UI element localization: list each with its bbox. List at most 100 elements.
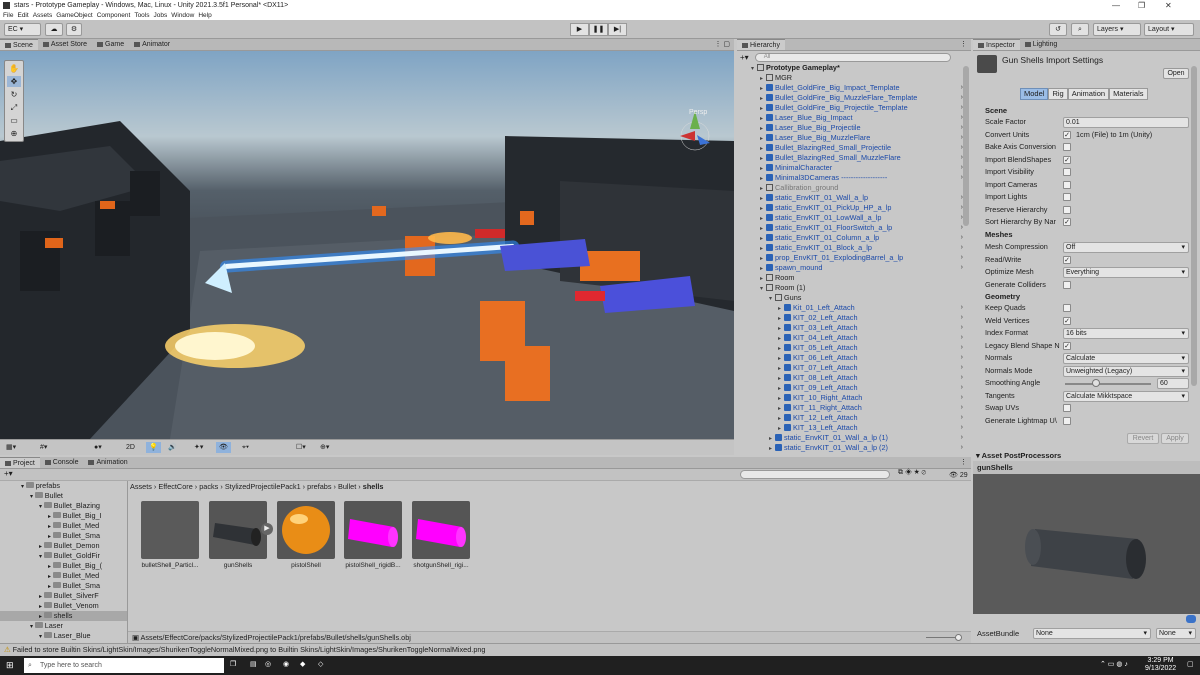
folder-expand-icon[interactable]: ▸	[39, 614, 44, 620]
smoothing-angle-handle[interactable]	[1092, 379, 1100, 387]
open-prefab-icon[interactable]: ›	[961, 343, 963, 353]
keep-quads-checkbox[interactable]	[1063, 304, 1071, 312]
folder-expand-icon[interactable]: ▾	[30, 624, 35, 630]
open-prefab-icon[interactable]: ›	[961, 443, 963, 453]
hierarchy-options-icon[interactable]: ⋮	[960, 40, 967, 48]
hierarchy-row[interactable]: ▾ Guns	[737, 293, 971, 303]
menu-item-gameobject[interactable]: GameObject	[56, 12, 93, 19]
folder-tree-item[interactable]: ▾ Bullet_GoldFir	[0, 551, 127, 561]
restore-icon[interactable]: ❐	[1138, 0, 1145, 11]
open-prefab-icon[interactable]: ›	[961, 363, 963, 373]
bake-axis-checkbox[interactable]	[1063, 143, 1071, 151]
taskbar-clock[interactable]: 3:29 PM 9/13/2022	[1145, 657, 1176, 673]
hierarchy-row[interactable]: ▸ KIT_04_Left_Attach ›	[737, 333, 971, 343]
generate-lightmap-checkbox[interactable]	[1063, 417, 1071, 425]
asset-thumbnail[interactable]	[209, 501, 267, 559]
menu-item-assets[interactable]: Assets	[33, 12, 53, 19]
minimize-icon[interactable]: —	[1112, 0, 1120, 11]
hierarchy-row[interactable]: ▸ static_EnvKIT_01_Wall_a_lp (2) ›	[737, 443, 971, 453]
menu-item-tools[interactable]: Tools	[134, 12, 149, 19]
normals-mode-dropdown[interactable]: Unweighted (Legacy)	[1063, 366, 1189, 377]
open-prefab-icon[interactable]: ›	[961, 243, 963, 253]
import-visibility-checkbox[interactable]	[1063, 168, 1071, 176]
project-add-icon[interactable]: +▾	[4, 469, 13, 478]
shading-icon[interactable]: ●▾	[94, 442, 102, 453]
hierarchy-row[interactable]: ▸ Bullet_GoldFire_Big_Projectile_Template…	[737, 103, 971, 113]
hierarchy-row[interactable]: ▸ spawn_mound ›	[737, 263, 971, 273]
optimize-mesh-dropdown[interactable]: Everything	[1063, 267, 1189, 278]
gizmos-icon[interactable]: ☐▾	[296, 442, 306, 453]
file-explorer-icon[interactable]: ▤	[250, 660, 257, 668]
folder-expand-icon[interactable]: ▸	[48, 514, 53, 520]
tab-hierarchy[interactable]: Hierarchy	[737, 39, 785, 50]
smoothing-angle-input[interactable]: 60	[1157, 378, 1189, 389]
hierarchy-row[interactable]: ▸ Bullet_BlazingRed_Small_Projectile ›	[737, 143, 971, 153]
apply-button[interactable]: Apply	[1161, 433, 1189, 444]
open-prefab-icon[interactable]: ›	[961, 253, 963, 263]
open-prefab-icon[interactable]: ›	[961, 233, 963, 243]
scene-view[interactable]: ✋ ✥ ↻ ⤢ ▭ ⊕ Persp	[0, 51, 734, 439]
account-dropdown[interactable]: EC ▾	[4, 23, 41, 36]
preserve-hierarchy-checkbox[interactable]	[1063, 206, 1071, 214]
import-cameras-checkbox[interactable]	[1063, 181, 1071, 189]
open-prefab-icon[interactable]: ›	[961, 353, 963, 363]
breadcrumb-item[interactable]: packs	[199, 482, 218, 491]
hierarchy-row[interactable]: ▸ Callibration_ground	[737, 183, 971, 193]
folder-expand-icon[interactable]: ▸	[39, 594, 44, 600]
hierarchy-row[interactable]: ▸ Bullet_GoldFire_Big_MuzzleFlare_Templat…	[737, 93, 971, 103]
assetbundle-dropdown[interactable]: None	[1033, 628, 1151, 639]
inspector-scrollbar[interactable]	[1191, 66, 1197, 386]
open-prefab-icon[interactable]: ›	[961, 383, 963, 393]
close-icon[interactable]: ✕	[1165, 0, 1172, 11]
hierarchy-row[interactable]: ▸ static_EnvKIT_01_Wall_a_lp (1) ›	[737, 433, 971, 443]
more-options-icon[interactable]: ⋮ ▢	[714, 40, 730, 48]
mesh-compression-dropdown[interactable]: Off	[1063, 242, 1189, 253]
chrome-icon[interactable]: ◎	[265, 660, 271, 668]
hierarchy-row[interactable]: ▸ KIT_13_Left_Attach ›	[737, 423, 971, 433]
hierarchy-row[interactable]: ▸ static_EnvKIT_01_Column_a_lp ›	[737, 233, 971, 243]
effects-toggle-icon[interactable]: ✦▾	[194, 442, 203, 453]
folder-expand-icon[interactable]: ▸	[39, 604, 44, 610]
weld-vertices-checkbox[interactable]: ✓	[1063, 317, 1071, 325]
hierarchy-row[interactable]: ▸ prop_EnvKIT_01_ExplodingBarrel_a_lp ›	[737, 253, 971, 263]
menu-item-jobs[interactable]: Jobs	[154, 12, 168, 19]
postprocessors-header[interactable]: ▾ Asset PostProcessors	[976, 451, 1061, 460]
folder-tree-item[interactable]: ▸ Bullet_SilverF	[0, 591, 127, 601]
hierarchy-row[interactable]: ▸ Laser_Blue_Big_Impact ›	[737, 113, 971, 123]
unity-hub-icon[interactable]: ◆	[300, 660, 305, 668]
open-prefab-icon[interactable]: ›	[961, 433, 963, 443]
hierarchy-row[interactable]: ▸ MinimalCharacter ›	[737, 163, 971, 173]
globe-icon[interactable]: ⊕▾	[320, 442, 329, 453]
project-search-input[interactable]	[740, 470, 890, 479]
open-prefab-icon[interactable]: ›	[961, 393, 963, 403]
folder-tree-item[interactable]: ▸ Bullet_Med	[0, 521, 127, 531]
tab-lighting[interactable]: Lighting	[1020, 39, 1063, 50]
tab-console[interactable]: Console	[40, 457, 84, 468]
open-prefab-icon[interactable]: ›	[961, 313, 963, 323]
hierarchy-scrollbar[interactable]	[963, 66, 969, 226]
folder-tree-item[interactable]: ▸ shells	[0, 611, 127, 621]
folder-expand-icon[interactable]: ▸	[48, 564, 53, 570]
scale-tool-icon[interactable]: ⤢	[7, 102, 21, 113]
scale-factor-input[interactable]: 0.01	[1063, 117, 1189, 128]
open-prefab-icon[interactable]: ›	[961, 263, 963, 273]
hierarchy-row[interactable]: ▸ KIT_08_Left_Attach ›	[737, 373, 971, 383]
pause-button[interactable]: ❚❚	[589, 23, 608, 36]
smoothing-angle-slider[interactable]	[1065, 383, 1151, 385]
transform-tool-icon[interactable]: ⊕	[7, 128, 21, 139]
system-tray-icons[interactable]: ⌃ ▭ ◍ ♪	[1100, 660, 1128, 668]
breadcrumb-item[interactable]: Assets	[130, 482, 152, 491]
tab-asset-store[interactable]: Asset Store	[38, 39, 92, 50]
folder-expand-icon[interactable]: ▾	[39, 554, 44, 560]
move-tool-icon[interactable]: ✥	[7, 76, 21, 87]
folder-expand-icon[interactable]: ▾	[39, 504, 44, 510]
grid-icon[interactable]: #▾	[40, 442, 47, 453]
hierarchy-row[interactable]: ▸ static_EnvKIT_01_Block_a_lp ›	[737, 243, 971, 253]
folder-expand-icon[interactable]: ▾	[39, 634, 44, 640]
open-prefab-icon[interactable]: ›	[961, 323, 963, 333]
menu-item-file[interactable]: File	[3, 12, 13, 19]
open-prefab-icon[interactable]: ›	[961, 373, 963, 383]
open-prefab-icon[interactable]: ›	[961, 403, 963, 413]
hierarchy-row[interactable]: ▸ KIT_10_Right_Attach ›	[737, 393, 971, 403]
windows-start-icon[interactable]: ⊞	[6, 660, 14, 671]
